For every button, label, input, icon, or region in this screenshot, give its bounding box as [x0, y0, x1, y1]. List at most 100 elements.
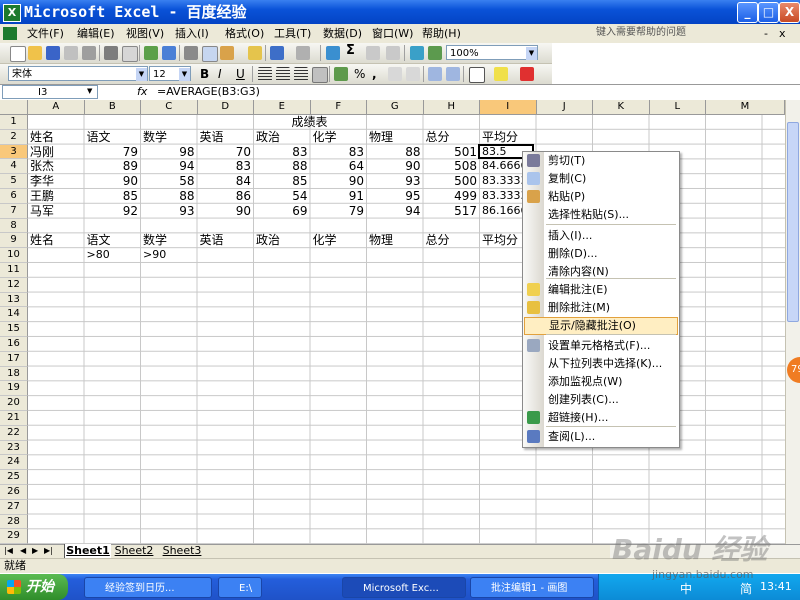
- header-cell[interactable]: 政治: [256, 130, 308, 144]
- excel-doc-icon[interactable]: [3, 27, 17, 40]
- criteria-cell[interactable]: >80: [87, 248, 139, 262]
- doc-minimize-button[interactable]: -: [764, 26, 768, 41]
- taskbar-item-explorer[interactable]: E:\: [218, 577, 262, 598]
- new-icon[interactable]: [10, 46, 26, 62]
- redo-icon[interactable]: [296, 46, 310, 60]
- hyperlink-icon[interactable]: [326, 46, 340, 60]
- maximize-button[interactable]: □: [758, 2, 779, 23]
- chevron-down-icon[interactable]: ▼: [179, 68, 190, 81]
- sheet-title-cell[interactable]: 成绩表: [253, 115, 366, 129]
- data-cell[interactable]: 79: [87, 145, 138, 159]
- help-search-input[interactable]: 键入需要帮助的问题: [596, 25, 761, 40]
- copy-icon[interactable]: [202, 46, 218, 62]
- row-header-27[interactable]: 27: [0, 499, 28, 515]
- format-painter-icon[interactable]: [248, 46, 262, 60]
- borders-icon[interactable]: [469, 67, 485, 83]
- undo-icon[interactable]: [270, 46, 284, 60]
- header-cell[interactable]: 化学: [313, 130, 365, 144]
- autosum-icon[interactable]: Σ: [346, 44, 355, 58]
- column-header-h[interactable]: H: [423, 100, 480, 115]
- close-button[interactable]: X: [779, 2, 800, 23]
- data-cell[interactable]: 85: [256, 174, 307, 188]
- data-cell[interactable]: 92: [87, 204, 138, 218]
- save-icon[interactable]: [46, 46, 60, 60]
- context-menu-item[interactable]: 剪切(T): [544, 152, 678, 170]
- header-cell[interactable]: 英语: [200, 130, 252, 144]
- menu-data[interactable]: 数据(D): [323, 26, 362, 41]
- menu-window[interactable]: 窗口(W): [372, 26, 413, 41]
- criteria-header-cell[interactable]: 总分: [426, 233, 478, 247]
- criteria-header-cell[interactable]: 政治: [256, 233, 308, 247]
- increase-decimal-icon[interactable]: [388, 67, 402, 81]
- select-all-button[interactable]: [0, 100, 28, 115]
- align-left-icon[interactable]: [258, 67, 272, 81]
- data-cell[interactable]: 501: [426, 145, 477, 159]
- insert-function-icon[interactable]: fx: [137, 85, 147, 99]
- column-header-k[interactable]: K: [593, 100, 650, 115]
- chevron-down-icon[interactable]: ▼: [87, 87, 92, 95]
- data-cell[interactable]: 90: [313, 174, 364, 188]
- context-menu-item[interactable]: 删除(D)...: [544, 245, 678, 263]
- taskbar-item-calendar[interactable]: 经验签到日历...: [84, 577, 212, 598]
- merge-center-icon[interactable]: [312, 67, 328, 83]
- menu-insert[interactable]: 插入(I): [175, 26, 209, 41]
- context-menu-item[interactable]: 选择性粘贴(S)...: [544, 206, 678, 224]
- row-header-26[interactable]: 26: [0, 485, 28, 500]
- row-header-5[interactable]: 5: [0, 174, 28, 189]
- taskbar-item-excel[interactable]: Microsoft Exc...: [342, 577, 466, 598]
- context-menu-item[interactable]: 创建列表(C)...: [544, 391, 678, 409]
- email-icon[interactable]: [82, 46, 96, 60]
- print-icon[interactable]: [104, 46, 118, 60]
- row-header-28[interactable]: 28: [0, 514, 28, 530]
- row-header-18[interactable]: 18: [0, 366, 28, 382]
- menu-edit[interactable]: 编辑(E): [77, 26, 115, 41]
- column-header-i[interactable]: I: [480, 100, 537, 115]
- row-header-19[interactable]: 19: [0, 381, 28, 397]
- name-cell[interactable]: 马军: [30, 204, 82, 218]
- row-header-12[interactable]: 12: [0, 277, 28, 293]
- fill-color-icon[interactable]: [494, 67, 508, 81]
- data-cell[interactable]: 83: [200, 159, 251, 173]
- sheet-tab-sheet2[interactable]: Sheet2: [112, 544, 156, 558]
- spelling-icon[interactable]: [144, 46, 158, 60]
- comma-button[interactable]: ,: [372, 67, 377, 81]
- menu-view[interactable]: 视图(V): [126, 26, 164, 41]
- name-box[interactable]: I3: [2, 85, 98, 99]
- row-header-8[interactable]: 8: [0, 218, 28, 234]
- data-cell[interactable]: 89: [87, 159, 138, 173]
- context-menu-item[interactable]: 添加监视点(W): [544, 373, 678, 391]
- row-header-4[interactable]: 4: [0, 159, 28, 175]
- menu-tools[interactable]: 工具(T): [274, 26, 311, 41]
- data-cell[interactable]: 94: [143, 159, 194, 173]
- align-right-icon[interactable]: [294, 67, 308, 81]
- next-sheet-icon[interactable]: ▶: [32, 545, 38, 557]
- data-cell[interactable]: 84: [200, 174, 251, 188]
- column-header-l[interactable]: L: [649, 100, 706, 115]
- criteria-header-cell[interactable]: 数学: [143, 233, 195, 247]
- open-icon[interactable]: [28, 46, 42, 60]
- sheet-tab-sheet3[interactable]: Sheet3: [160, 544, 204, 558]
- column-header-b[interactable]: B: [84, 100, 141, 115]
- data-cell[interactable]: 500: [426, 174, 477, 188]
- menu-format[interactable]: 格式(O): [225, 26, 264, 41]
- context-menu-item[interactable]: 插入(I)...: [544, 227, 678, 245]
- data-cell[interactable]: 86: [200, 189, 251, 203]
- menu-file[interactable]: 文件(F): [27, 26, 64, 41]
- row-header-24[interactable]: 24: [0, 455, 28, 471]
- column-header-c[interactable]: C: [141, 100, 198, 115]
- column-header-j[interactable]: J: [536, 100, 593, 115]
- context-menu-item[interactable]: 复制(C): [544, 170, 678, 188]
- context-menu-item[interactable]: 设置单元格格式(F)...: [544, 337, 678, 355]
- context-menu-item[interactable]: 超链接(H)...: [544, 409, 678, 427]
- row-header-15[interactable]: 15: [0, 322, 28, 337]
- context-menu-item[interactable]: 显示/隐藏批注(O): [524, 317, 678, 335]
- row-header-3[interactable]: 3: [0, 144, 28, 160]
- column-header-g[interactable]: G: [367, 100, 424, 115]
- data-cell[interactable]: 54: [256, 189, 307, 203]
- decrease-indent-icon[interactable]: [428, 67, 442, 81]
- name-cell[interactable]: 张杰: [30, 159, 82, 173]
- drawing-icon[interactable]: [428, 46, 442, 60]
- data-cell[interactable]: 95: [369, 189, 420, 203]
- data-cell[interactable]: 94: [369, 204, 420, 218]
- input-method-indicator[interactable]: 中: [680, 580, 692, 597]
